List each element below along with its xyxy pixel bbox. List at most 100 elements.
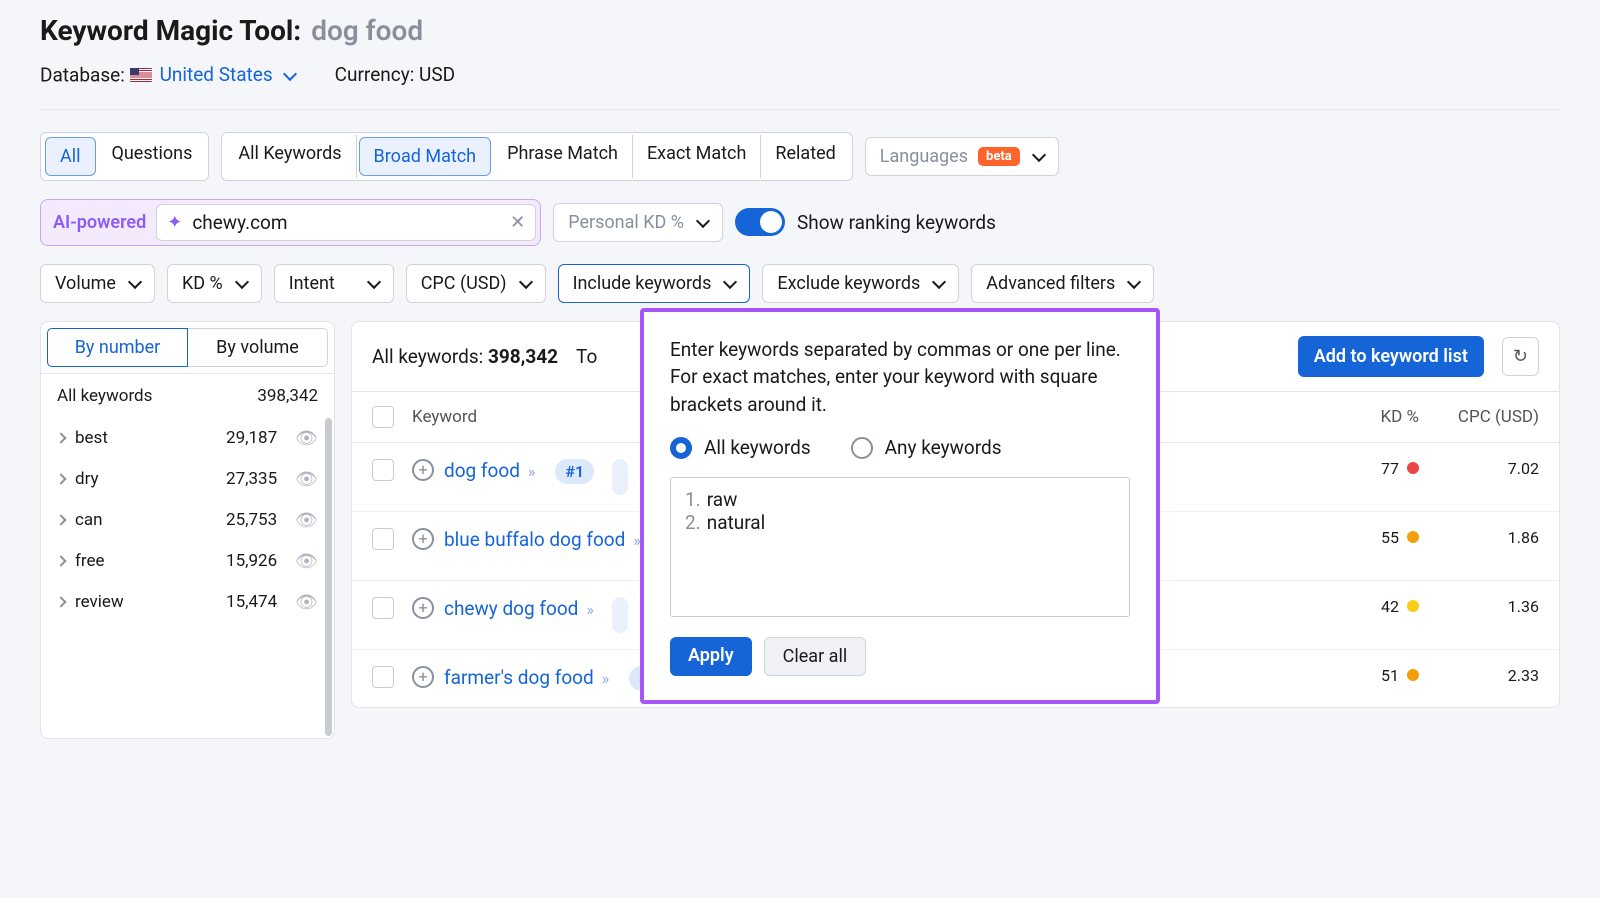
sidebar-item-label: best [75,428,108,448]
keyword-link[interactable]: chewy dog food » [444,597,594,620]
kd-difficulty-dot [1407,462,1419,474]
filter-kd[interactable]: KD % [167,264,262,303]
filter-cpc[interactable]: CPC (USD) [406,264,546,303]
include-entry: natural [707,511,766,534]
sidebar-scrollbar[interactable] [325,418,332,736]
sidebar-item-label: dry [75,469,99,489]
sidebar-item-label: can [75,510,103,530]
line-number: 2. [685,511,701,534]
keyword-text: farmer's dog food [444,666,594,689]
filter-intent-label: Intent [289,273,335,294]
filter-advanced[interactable]: Advanced filters [971,264,1154,303]
tab-questions[interactable]: Questions [98,135,207,178]
tab-all[interactable]: All [45,137,96,176]
chevron-right-icon [55,473,66,484]
domain-input-wrapper[interactable]: ✦ chewy.com ✕ [156,204,536,241]
eye-icon[interactable]: 👁 [295,551,318,572]
intent-indicator [612,459,628,495]
apply-button[interactable]: Apply [670,637,752,676]
radio-all-label: All keywords [704,436,811,459]
query-type-group: All Questions [40,132,209,181]
database-selector[interactable]: United States [130,63,295,86]
add-to-keyword-list-button[interactable]: Add to keyword list [1298,336,1484,377]
chevron-down-icon [1032,148,1046,162]
add-keyword-icon[interactable]: + [412,666,434,688]
clear-domain-icon[interactable]: ✕ [510,212,525,233]
keyword-link[interactable]: farmer's dog food » [444,666,609,689]
eye-icon[interactable]: 👁 [295,428,318,449]
radio-all-keywords[interactable]: All keywords [670,436,811,459]
row-checkbox[interactable] [372,597,394,619]
tab-broad-match[interactable]: Broad Match [359,137,492,176]
keyword-link[interactable]: dog food » [444,459,535,482]
select-all-checkbox[interactable] [372,406,394,428]
tab-exact-match[interactable]: Exact Match [633,135,761,178]
filter-volume[interactable]: Volume [40,264,155,303]
chevron-down-icon [235,275,249,289]
chevron-down-icon [283,66,297,80]
cpc-value: 1.86 [1419,528,1539,547]
rank-badge: #1 [555,459,594,484]
include-entry: raw [707,488,738,511]
languages-dropdown[interactable]: Languages beta [865,137,1059,176]
sidebar-item-count: 25,753 [226,510,277,530]
tab-phrase-match[interactable]: Phrase Match [493,135,633,178]
chevron-right-icon [55,514,66,525]
beta-badge: beta [978,147,1020,166]
row-checkbox[interactable] [372,666,394,688]
all-keywords-summary: All keywords: 398,342 [372,345,558,368]
column-cpc[interactable]: CPC (USD) [1419,407,1539,427]
cpc-value: 1.36 [1419,597,1539,616]
tab-related[interactable]: Related [761,135,849,178]
filter-intent[interactable]: Intent [274,264,394,303]
chevron-right-icon [55,596,66,607]
keyword-groups-sidebar: By number By volume All keywords 398,342… [40,321,335,739]
row-checkbox[interactable] [372,528,394,550]
row-checkbox[interactable] [372,459,394,481]
eye-icon[interactable]: 👁 [295,592,318,613]
radio-checked-icon [670,437,692,459]
eye-icon[interactable]: 👁 [295,469,318,490]
sidebar-item-can[interactable]: can 25,753 👁 [41,500,334,541]
sidebar-item-best[interactable]: best 29,187 👁 [41,418,334,459]
chevron-down-icon [932,275,946,289]
eye-icon[interactable]: 👁 [295,510,318,531]
currency-label: Currency: USD [335,63,455,86]
all-keywords-count: 398,342 [488,345,558,368]
keyword-link[interactable]: blue buffalo dog food » [444,528,641,551]
tab-all-keywords[interactable]: All Keywords [224,135,356,178]
sidebar-all-label[interactable]: All keywords [57,386,152,406]
sidebar-item-count: 27,335 [226,469,277,489]
refresh-button[interactable]: ↻ [1502,337,1539,376]
sidebar-item-dry[interactable]: dry 27,335 👁 [41,459,334,500]
chevron-down-icon [1127,275,1141,289]
column-kd[interactable]: KD % [1319,407,1419,427]
clear-all-button[interactable]: Clear all [764,637,867,676]
sidebar-item-free[interactable]: free 15,926 👁 [41,541,334,582]
sidebar-item-count: 15,474 [226,592,277,612]
all-keywords-prefix: All keywords: [372,345,488,368]
sidebar-item-label: review [75,592,124,612]
sidebar-all-count: 398,342 [257,386,318,406]
personal-kd-dropdown[interactable]: Personal KD % [553,203,723,242]
total-volume-label: To [576,345,597,368]
ranking-keywords-toggle[interactable] [735,208,785,236]
popover-instructions: Enter keywords separated by commas or on… [670,336,1130,419]
filter-include-keywords[interactable]: Include keywords [558,264,751,303]
double-chevron-icon: » [524,462,535,481]
kd-value: 51 [1381,666,1399,685]
radio-any-label: Any keywords [885,436,1002,459]
add-keyword-icon[interactable]: + [412,597,434,619]
include-keywords-textarea[interactable]: 1.raw 2.natural [670,477,1130,617]
sidebar-item-review[interactable]: review 15,474 👁 [41,582,334,623]
add-keyword-icon[interactable]: + [412,459,434,481]
sidebar-item-label: free [75,551,105,571]
sidebar-tab-by-volume[interactable]: By volume [188,328,328,367]
radio-any-keywords[interactable]: Any keywords [851,436,1002,459]
tool-title: Keyword Magic Tool: [40,14,301,47]
kd-value: 55 [1381,528,1399,547]
ai-label: AI-powered [53,212,146,233]
filter-exclude-keywords[interactable]: Exclude keywords [762,264,959,303]
add-keyword-icon[interactable]: + [412,528,434,550]
sidebar-tab-by-number[interactable]: By number [47,328,188,367]
